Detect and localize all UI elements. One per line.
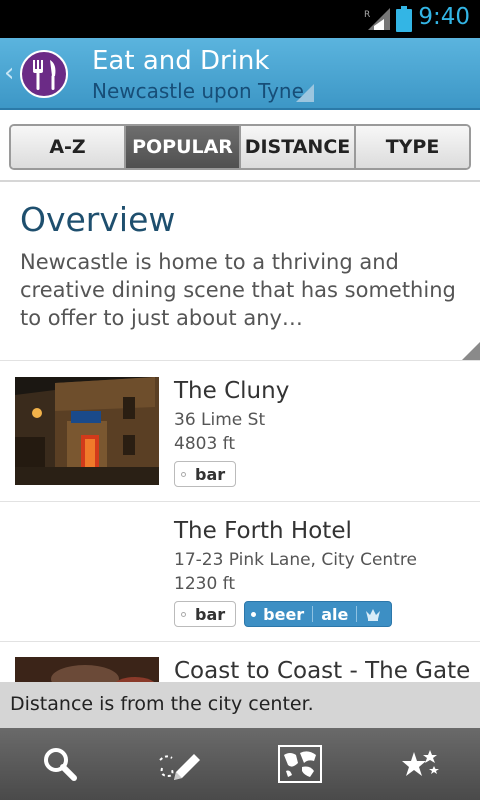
tag-hole-icon: [181, 612, 186, 617]
tag-chip[interactable]: bar: [174, 461, 237, 487]
tag-chip[interactable]: bar: [174, 601, 237, 627]
toast-message: Distance is from the city center.: [0, 682, 480, 728]
signal-icon: R: [364, 8, 390, 30]
signal-roaming-label: R: [364, 10, 370, 20]
place-name: The Cluny: [174, 378, 290, 404]
place-address: 17-23 Pink Lane, City Centre: [174, 550, 417, 570]
screen: R 9:40 ‹ Eat and Drink Newcastle upon Ty: [0, 0, 480, 800]
overview-text: Newcastle is home to a thriving and crea…: [20, 250, 456, 330]
tag-hole-icon: [181, 472, 186, 477]
premium-tag-chip[interactable]: beer ale: [244, 601, 393, 627]
tag-label: ale: [321, 604, 349, 624]
tab-type[interactable]: TYPE: [354, 126, 469, 168]
list-item[interactable]: The Forth Hotel 17-23 Pink Lane, City Ce…: [0, 502, 480, 642]
tag-list: bar beer ale: [174, 601, 393, 627]
list-item[interactable]: The Cluny 36 Lime St 4803 ft bar: [0, 362, 480, 502]
sort-tabs: A-Z POPULAR DISTANCE TYPE: [9, 124, 471, 170]
place-distance: 4803 ft: [174, 434, 236, 454]
status-time: 9:40: [418, 4, 470, 30]
tag-label: bar: [195, 464, 226, 484]
crown-icon: [366, 609, 381, 621]
tag-divider: [356, 606, 358, 622]
place-distance: 1230 ft: [174, 574, 236, 594]
place-photo: [15, 377, 159, 485]
tag-list: bar: [174, 461, 237, 487]
place-address: 36 Lime St: [174, 410, 266, 430]
tag-label: beer: [263, 604, 305, 624]
map-button[interactable]: [240, 728, 360, 800]
tab-popular[interactable]: POPULAR: [124, 126, 239, 168]
app-header: ‹ Eat and Drink Newcastle upon Tyne: [0, 38, 480, 110]
overview-title: Overview: [20, 200, 176, 239]
search-button[interactable]: [0, 728, 120, 800]
city-selector[interactable]: Newcastle upon Tyne: [92, 79, 304, 103]
back-chevron-icon[interactable]: ‹: [4, 60, 14, 86]
status-bar: R 9:40: [0, 0, 480, 38]
favorites-button[interactable]: [360, 728, 480, 800]
bottom-nav: [0, 728, 480, 800]
notes-button[interactable]: [120, 728, 240, 800]
notes-pencil-icon: [159, 754, 200, 780]
tag-hole-icon: [251, 612, 257, 617]
page-title: Eat and Drink: [92, 46, 270, 76]
eat-drink-logo-icon[interactable]: [20, 50, 68, 98]
place-name: The Forth Hotel: [174, 518, 352, 544]
expand-corner-icon[interactable]: [462, 342, 480, 360]
search-icon: [44, 748, 77, 781]
tag-label: bar: [195, 604, 226, 624]
battery-icon: [396, 6, 412, 32]
tag-divider: [312, 606, 314, 622]
dropdown-corner-icon[interactable]: [296, 84, 314, 102]
favorites-stars-icon: [402, 750, 439, 776]
overview-section[interactable]: Overview Newcastle is home to a thriving…: [0, 184, 480, 361]
tab-strip: A-Z POPULAR DISTANCE TYPE: [0, 110, 480, 182]
tab-a-z[interactable]: A-Z: [11, 126, 124, 168]
map-icon: [278, 745, 322, 783]
tab-distance[interactable]: DISTANCE: [239, 126, 354, 168]
place-name: Coast to Coast - The Gate: [174, 658, 471, 684]
